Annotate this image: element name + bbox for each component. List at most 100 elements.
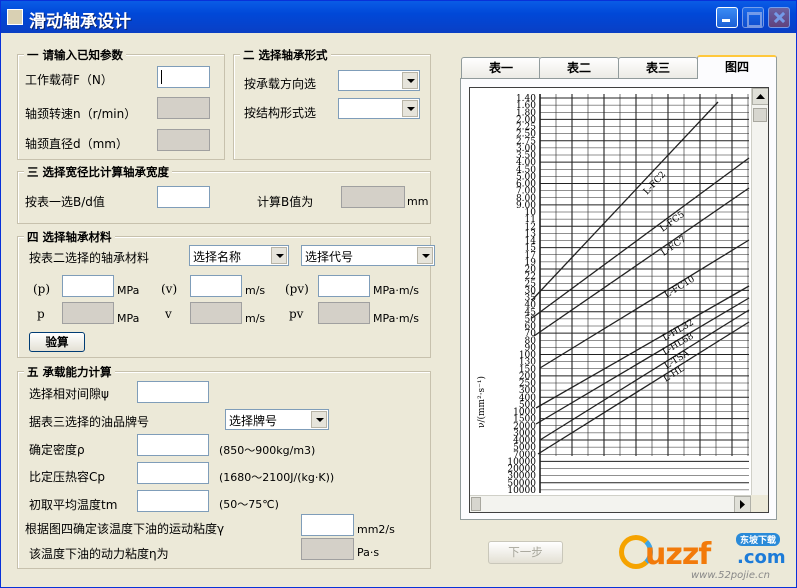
heat-range: (1680～2100J/(kg·K)) bbox=[219, 471, 335, 484]
viscosity-input[interactable] bbox=[301, 514, 354, 536]
v-label: v bbox=[165, 307, 172, 321]
p-label: p bbox=[37, 307, 45, 321]
viscosity-curve bbox=[535, 285, 750, 409]
tab-table2[interactable]: 表二 bbox=[539, 57, 619, 78]
oil-select-value: 选择牌号 bbox=[229, 414, 278, 428]
load-label: 工作载荷F（N） bbox=[25, 73, 113, 87]
viscosity-curve bbox=[539, 309, 750, 441]
v-allow-unit: m/s bbox=[245, 284, 266, 297]
direction-label: 按承载方向选 bbox=[244, 77, 317, 91]
material-name-select[interactable]: 选择名称 bbox=[189, 245, 289, 266]
viscosity-chart: 1.401.601.802.002.252.502.753.003.504.00… bbox=[476, 94, 750, 496]
pv-label: pv bbox=[289, 307, 304, 321]
pv-allow-input[interactable] bbox=[318, 275, 370, 297]
chart-ticks: 1.401.601.802.002.252.502.753.003.504.00… bbox=[507, 94, 536, 496]
tab-figure4[interactable]: 图四 bbox=[697, 55, 777, 79]
v-unit: m/s bbox=[245, 312, 266, 325]
app-icon bbox=[7, 9, 23, 25]
clearance-input[interactable] bbox=[137, 381, 209, 403]
structure-select[interactable] bbox=[338, 98, 420, 119]
dynamic-visc-output bbox=[301, 538, 354, 560]
pv-output bbox=[318, 302, 370, 324]
curve-label: L-FC5 bbox=[658, 210, 687, 235]
window-title: 滑动轴承设计 bbox=[29, 12, 131, 32]
oil-label: 据表三选择的油品牌号 bbox=[29, 415, 150, 429]
minimize-button[interactable] bbox=[716, 7, 738, 28]
horizontal-scroll-thumb[interactable] bbox=[471, 497, 481, 511]
chevron-down-icon[interactable] bbox=[417, 247, 433, 264]
chevron-down-icon[interactable] bbox=[271, 247, 287, 264]
pv-unit: MPa·m/s bbox=[373, 312, 420, 325]
b-value-output bbox=[341, 186, 405, 208]
vertical-scrollbar[interactable] bbox=[751, 88, 768, 496]
diameter-label: 轴颈直径d（mm） bbox=[25, 137, 128, 151]
p-output bbox=[62, 302, 114, 324]
viscosity-label: 根据图四确定该温度下油的运动粘度γ bbox=[25, 522, 225, 536]
tab-table3[interactable]: 表三 bbox=[618, 57, 698, 78]
scroll-right-button[interactable] bbox=[734, 496, 751, 512]
group-title: 三 选择宽径比计算轴承宽度 bbox=[24, 164, 173, 180]
watermark-logo: uzzf .com 东坡下载 www.52pojie.cn bbox=[619, 531, 794, 587]
tab-table1[interactable]: 表一 bbox=[461, 57, 541, 78]
maximize-button[interactable] bbox=[742, 7, 764, 28]
group-title: 一 请输入已知参数 bbox=[24, 47, 127, 63]
bd-input[interactable] bbox=[157, 186, 210, 208]
diameter-input[interactable] bbox=[157, 129, 210, 151]
temp-label: 初取平均温度tm bbox=[29, 498, 118, 512]
p-unit: MPa bbox=[117, 312, 140, 325]
material-code-select[interactable]: 选择代号 bbox=[301, 245, 435, 266]
oil-select[interactable]: 选择牌号 bbox=[225, 409, 329, 430]
bd-select-label: 按表一选B/d值 bbox=[25, 195, 105, 209]
pv-allow-unit: MPa·m/s bbox=[373, 284, 420, 297]
vertical-scroll-thumb[interactable] bbox=[753, 108, 767, 122]
viscosity-curve bbox=[535, 297, 750, 425]
viscosity-unit: mm2/s bbox=[357, 523, 395, 536]
chevron-down-icon[interactable] bbox=[402, 100, 418, 117]
group-title: 五 承载能力计算 bbox=[24, 364, 115, 380]
v-allow-input[interactable] bbox=[190, 275, 242, 297]
density-range: (850～900kg/m3) bbox=[219, 444, 316, 457]
b-unit: mm bbox=[407, 195, 429, 208]
p-allow-input[interactable] bbox=[62, 275, 114, 297]
density-input[interactable] bbox=[137, 434, 209, 456]
close-button[interactable] bbox=[768, 7, 790, 28]
p-allow-label: (p) bbox=[33, 282, 51, 296]
v-allow-label: (v) bbox=[161, 282, 178, 296]
viscosity-curve bbox=[531, 157, 750, 319]
chevron-down-icon[interactable] bbox=[402, 72, 418, 89]
scroll-up-button[interactable] bbox=[752, 88, 768, 105]
figure-viewer: 1.40 1.60 1.80 2.00 2.25 2.50 2.75 3.00 3.50 4.00… bbox=[469, 87, 769, 513]
speed-input[interactable] bbox=[157, 97, 210, 119]
title-bar[interactable]: 滑动轴承设计 bbox=[1, 1, 796, 33]
check-button[interactable]: 验算 bbox=[29, 332, 85, 352]
watermark-brand: uzzf bbox=[645, 537, 711, 572]
structure-label: 按结构形式选 bbox=[244, 106, 317, 120]
heat-input[interactable] bbox=[137, 462, 209, 484]
p-allow-unit: MPa bbox=[117, 284, 140, 297]
dynamic-visc-unit: Pa·s bbox=[357, 546, 380, 559]
speed-label: 轴颈转速n（r/min） bbox=[25, 107, 137, 121]
b-calc-label: 计算B值为 bbox=[257, 195, 314, 209]
next-step-button[interactable]: 下一步 bbox=[488, 541, 563, 564]
group-title: 二 选择轴承形式 bbox=[240, 47, 331, 63]
main-window: 滑动轴承设计 一 请输入已知参数 工作载荷F（N） 轴颈转速n（r/min） 轴… bbox=[0, 0, 797, 588]
load-input[interactable] bbox=[157, 66, 210, 88]
v-output bbox=[190, 302, 242, 324]
scroll-corner bbox=[751, 495, 768, 512]
group-title: 四 选择轴承材料 bbox=[24, 229, 115, 245]
chevron-down-icon[interactable] bbox=[311, 411, 327, 428]
heat-label: 比定压热容Cp bbox=[29, 470, 105, 484]
temp-range: (50～75℃) bbox=[219, 498, 279, 511]
temp-input[interactable] bbox=[137, 490, 209, 512]
watermark-url: www.52pojie.cn bbox=[691, 570, 770, 581]
horizontal-scrollbar[interactable] bbox=[470, 495, 751, 512]
watermark-suffix: .com bbox=[737, 547, 786, 568]
density-label: 确定密度ρ bbox=[29, 443, 85, 457]
chart-ylabel: ν/(mm²·s⁻¹) bbox=[476, 376, 487, 428]
dynamic-visc-label: 该温度下油的动力粘度η为 bbox=[29, 547, 169, 561]
watermark-tag: 东坡下载 bbox=[736, 533, 781, 546]
material-name-value: 选择名称 bbox=[193, 250, 242, 264]
pv-allow-label: (pv) bbox=[285, 282, 309, 296]
material-code-value: 选择代号 bbox=[305, 250, 354, 264]
direction-select[interactable] bbox=[338, 70, 420, 91]
